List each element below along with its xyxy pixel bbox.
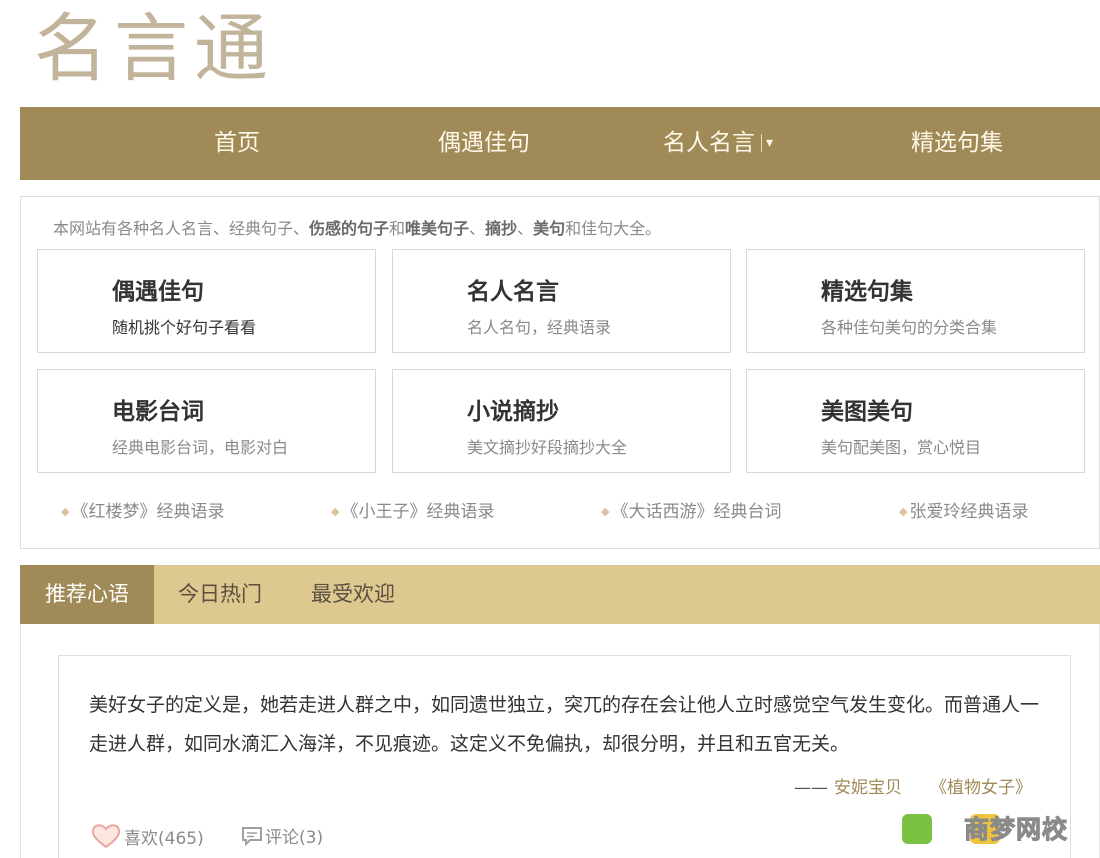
card-movie-lines[interactable]: 电影台词 经典电影台词，电影对白: [37, 369, 376, 473]
quick-link-label: 《小王子》经典语录: [341, 502, 495, 522]
quick-link-little-prince[interactable]: ◆ 《小王子》经典语录: [331, 497, 494, 522]
quick-link-hongloumeng[interactable]: ◆ 《红楼梦》经典语录: [61, 497, 224, 522]
diamond-bullet-icon: ◆: [601, 505, 610, 518]
comment-bubble-icon: [242, 827, 262, 846]
intro-text: 和: [389, 219, 406, 238]
diamond-bullet-icon: ◆: [331, 505, 340, 518]
comment-button[interactable]: 评论(3): [241, 823, 323, 848]
comment-count: 评论(3): [265, 828, 324, 848]
quote-source: —— 安妮宝贝 《植物女子》: [794, 773, 1032, 798]
card-description: 名人名句，经典语录: [467, 318, 612, 337]
quick-link-zhang-ailing[interactable]: ◆ 张爱玲经典语录: [899, 497, 1028, 522]
category-panel: 本网站有各种名人名言、经典句子、伤感的句子和唯美句子、摘抄、美句和佳句大全。 偶…: [20, 196, 1100, 549]
card-description: 经典电影台词，电影对白: [112, 438, 289, 457]
site-intro: 本网站有各种名人名言、经典句子、伤感的句子和唯美句子、摘抄、美句和佳句大全。: [53, 215, 661, 239]
like-button[interactable]: 喜欢(465): [91, 823, 204, 849]
intro-keyword: 美句: [533, 219, 566, 238]
card-description: 美句配美图，赏心悦目: [821, 438, 982, 457]
quote-text: 美好女子的定义是，她若走进人群之中，如同遗世独立，突兀的存在会让他人立时感觉空气…: [89, 694, 1040, 755]
card-selected-collections[interactable]: 精选句集 各种佳句美句的分类合集: [746, 249, 1085, 353]
card-description: 各种佳句美句的分类合集: [821, 318, 998, 337]
card-title: 美图美句: [821, 399, 913, 425]
card-famous-quotes[interactable]: 名人名言 名人名句，经典语录: [392, 249, 731, 353]
card-description: 随机挑个好句子看看: [112, 318, 257, 337]
diamond-bullet-icon: ◆: [899, 505, 908, 518]
quick-link-dahuaxiyou[interactable]: ◆ 《大话西游》经典台词: [601, 497, 781, 522]
nav-item-chance-sentences[interactable]: 偶遇佳句: [438, 107, 530, 180]
heart-icon: [91, 824, 121, 849]
intro-text: 、: [469, 219, 486, 238]
nav-item-home[interactable]: 首页: [214, 107, 260, 180]
card-title: 偶遇佳句: [112, 279, 204, 305]
tab-recommended[interactable]: 推荐心语: [20, 565, 154, 624]
card-chance-sentences[interactable]: 偶遇佳句 随机挑个好句子看看: [37, 249, 376, 353]
quote-book-link[interactable]: 《植物女子》: [930, 778, 1032, 798]
card-image-quotes[interactable]: 美图美句 美句配美图，赏心悦目: [746, 369, 1085, 473]
card-title: 精选句集: [821, 279, 913, 305]
card-title: 电影台词: [112, 399, 204, 425]
nav-item-famous-quotes[interactable]: 名人名言 ▾: [663, 107, 773, 180]
wechat-icon: [902, 814, 932, 844]
intro-keyword: 唯美句子: [405, 219, 470, 238]
quick-link-label: 《红楼梦》经典语录: [71, 502, 225, 522]
quote-dash: ——: [794, 778, 828, 798]
card-description: 美文摘抄好段摘抄大全: [467, 438, 628, 457]
site-logo[interactable]: 名言通: [34, 6, 274, 92]
quote-author-link[interactable]: 安妮宝贝: [834, 778, 902, 798]
nav-item-famous-quotes-label: 名人名言: [663, 130, 755, 156]
nav-item-selected-collections[interactable]: 精选句集: [911, 107, 1003, 180]
nav-separator: [761, 134, 762, 152]
intro-text: 和佳句大全。: [565, 219, 662, 238]
intro-keyword: 伤感的句子: [309, 219, 390, 238]
like-count: 喜欢(465): [124, 829, 204, 849]
chevron-down-icon[interactable]: ▾: [766, 135, 773, 151]
tab-most-popular[interactable]: 最受欢迎: [311, 565, 395, 624]
diamond-bullet-icon: ◆: [61, 505, 70, 518]
main-nav: 首页 偶遇佳句 名人名言 ▾ 精选句集: [20, 107, 1100, 180]
card-title: 名人名言: [467, 279, 559, 305]
quote-tabs: 推荐心语 今日热门 最受欢迎: [20, 565, 1100, 624]
intro-text: 、: [517, 219, 534, 238]
intro-text: 本网站有各种名人名言、经典句子、: [53, 219, 310, 238]
watermark-text: 商梦网校: [963, 815, 1069, 845]
intro-keyword: 摘抄: [485, 219, 518, 238]
card-title: 小说摘抄: [467, 399, 559, 425]
quick-link-label: 《大话西游》经典台词: [611, 502, 782, 522]
tab-today-hot[interactable]: 今日热门: [178, 565, 262, 624]
quick-link-label: 张爱玲经典语录: [909, 502, 1029, 522]
card-novel-excerpts[interactable]: 小说摘抄 美文摘抄好段摘抄大全: [392, 369, 731, 473]
